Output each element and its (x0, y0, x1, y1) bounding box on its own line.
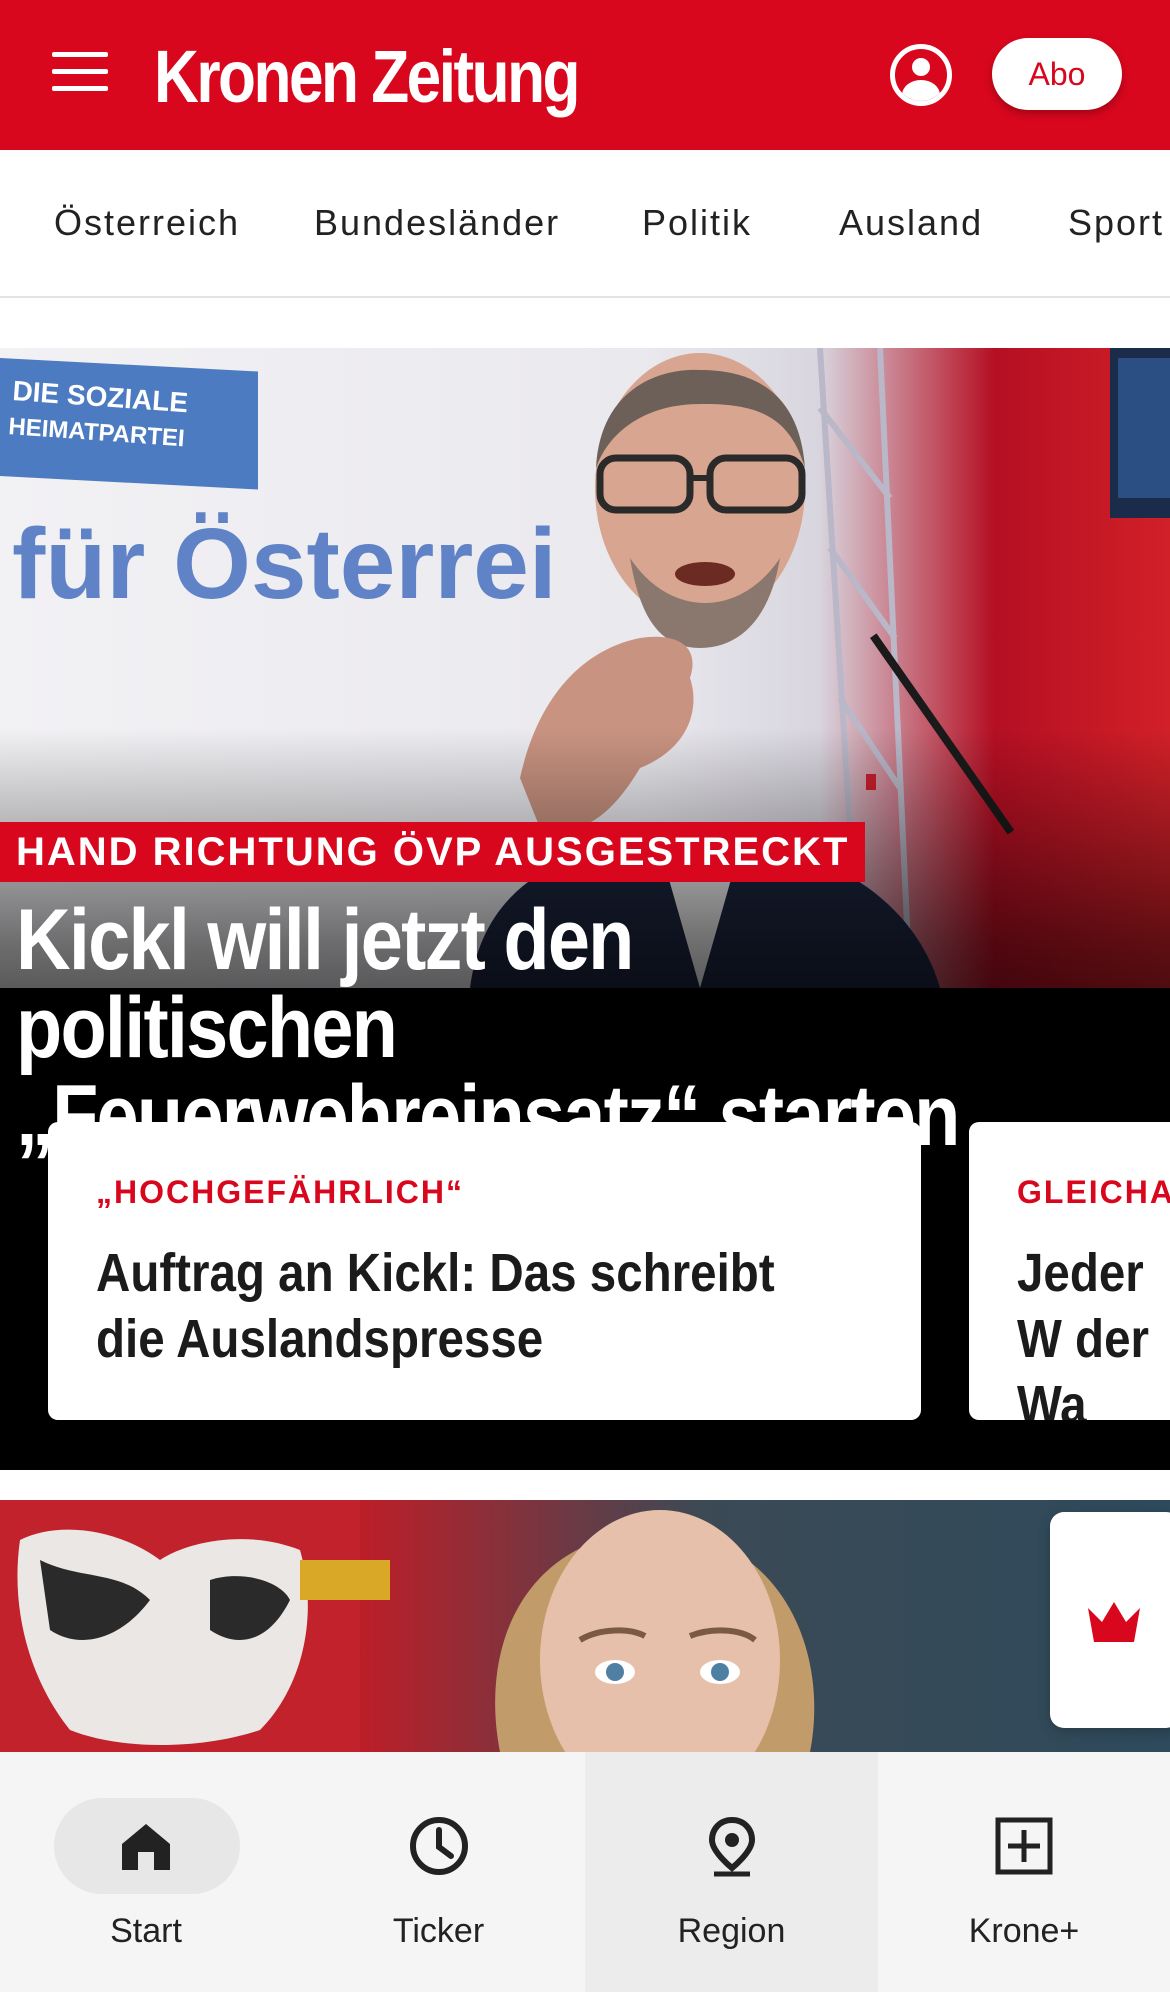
card-kicker: GLEICHA (1017, 1174, 1170, 1210)
hamburger-menu-icon[interactable] (52, 52, 116, 98)
location-pin-icon (708, 1816, 755, 1877)
logo[interactable]: Kronen Zeitung (154, 32, 580, 122)
tab-krone-plus[interactable]: Krone+ (878, 1752, 1170, 1992)
account-icon[interactable] (890, 44, 952, 106)
article-teaser-image[interactable] (0, 1500, 1170, 1752)
hero-headline[interactable]: Kickl will jetzt den politischen „Feuerw… (16, 896, 1028, 1160)
abo-button[interactable]: Abo (992, 38, 1122, 110)
tab-start[interactable]: Start (0, 1752, 292, 1992)
category-nav: Österreich Bundesländer Politik Ausland … (0, 150, 1170, 298)
related-article-card[interactable]: GLEICHA Jeder W der Wa (969, 1122, 1170, 1420)
nav-item-bundeslaender[interactable]: Bundesländer (314, 202, 560, 244)
card-headline: Jeder W der Wa (1017, 1243, 1150, 1420)
card-kicker: „HOCHGEFÄHRLICH“ (96, 1174, 464, 1210)
home-icon (122, 1824, 170, 1870)
crown-icon (1088, 1602, 1140, 1642)
nav-item-ausland[interactable]: Ausland (839, 202, 983, 244)
bottom-navigation: Start Ticker Region Krone+ (0, 1752, 1170, 1992)
krone-floating-button[interactable] (1050, 1512, 1170, 1728)
related-article-card[interactable]: „HOCHGEFÄHRLICH“ Auftrag an Kickl: Das s… (48, 1122, 921, 1420)
app-header: Kronen Zeitung Abo (0, 0, 1170, 150)
tab-ticker[interactable]: Ticker (292, 1752, 585, 1992)
hero-kicker: HAND RICHTUNG ÖVP AUSGESTRECKT (0, 822, 866, 882)
svg-text:für Österrei: für Österrei (12, 508, 557, 620)
nav-item-oesterreich[interactable]: Österreich (54, 202, 240, 244)
tab-region[interactable]: Region (585, 1752, 878, 1992)
nav-item-sport[interactable]: Sport (1068, 202, 1164, 244)
hero-article[interactable]: DIE SOZIALE HEIMATPARTEI für Österrei HA… (0, 348, 1170, 1470)
clock-icon (409, 1817, 468, 1875)
nav-item-politik[interactable]: Politik (642, 202, 752, 244)
card-headline: Auftrag an Kickl: Das schreibt die Ausla… (96, 1243, 775, 1369)
teaser-photo-illustration (0, 1500, 815, 1752)
plus-box-icon (995, 1817, 1053, 1875)
